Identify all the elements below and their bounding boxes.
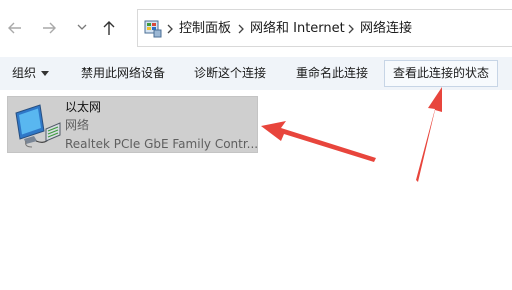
- annotation-arrow-to-status-button: [416, 87, 442, 182]
- annotation-arrow-to-item: [261, 121, 376, 162]
- annotation-overlay: [261, 87, 442, 182]
